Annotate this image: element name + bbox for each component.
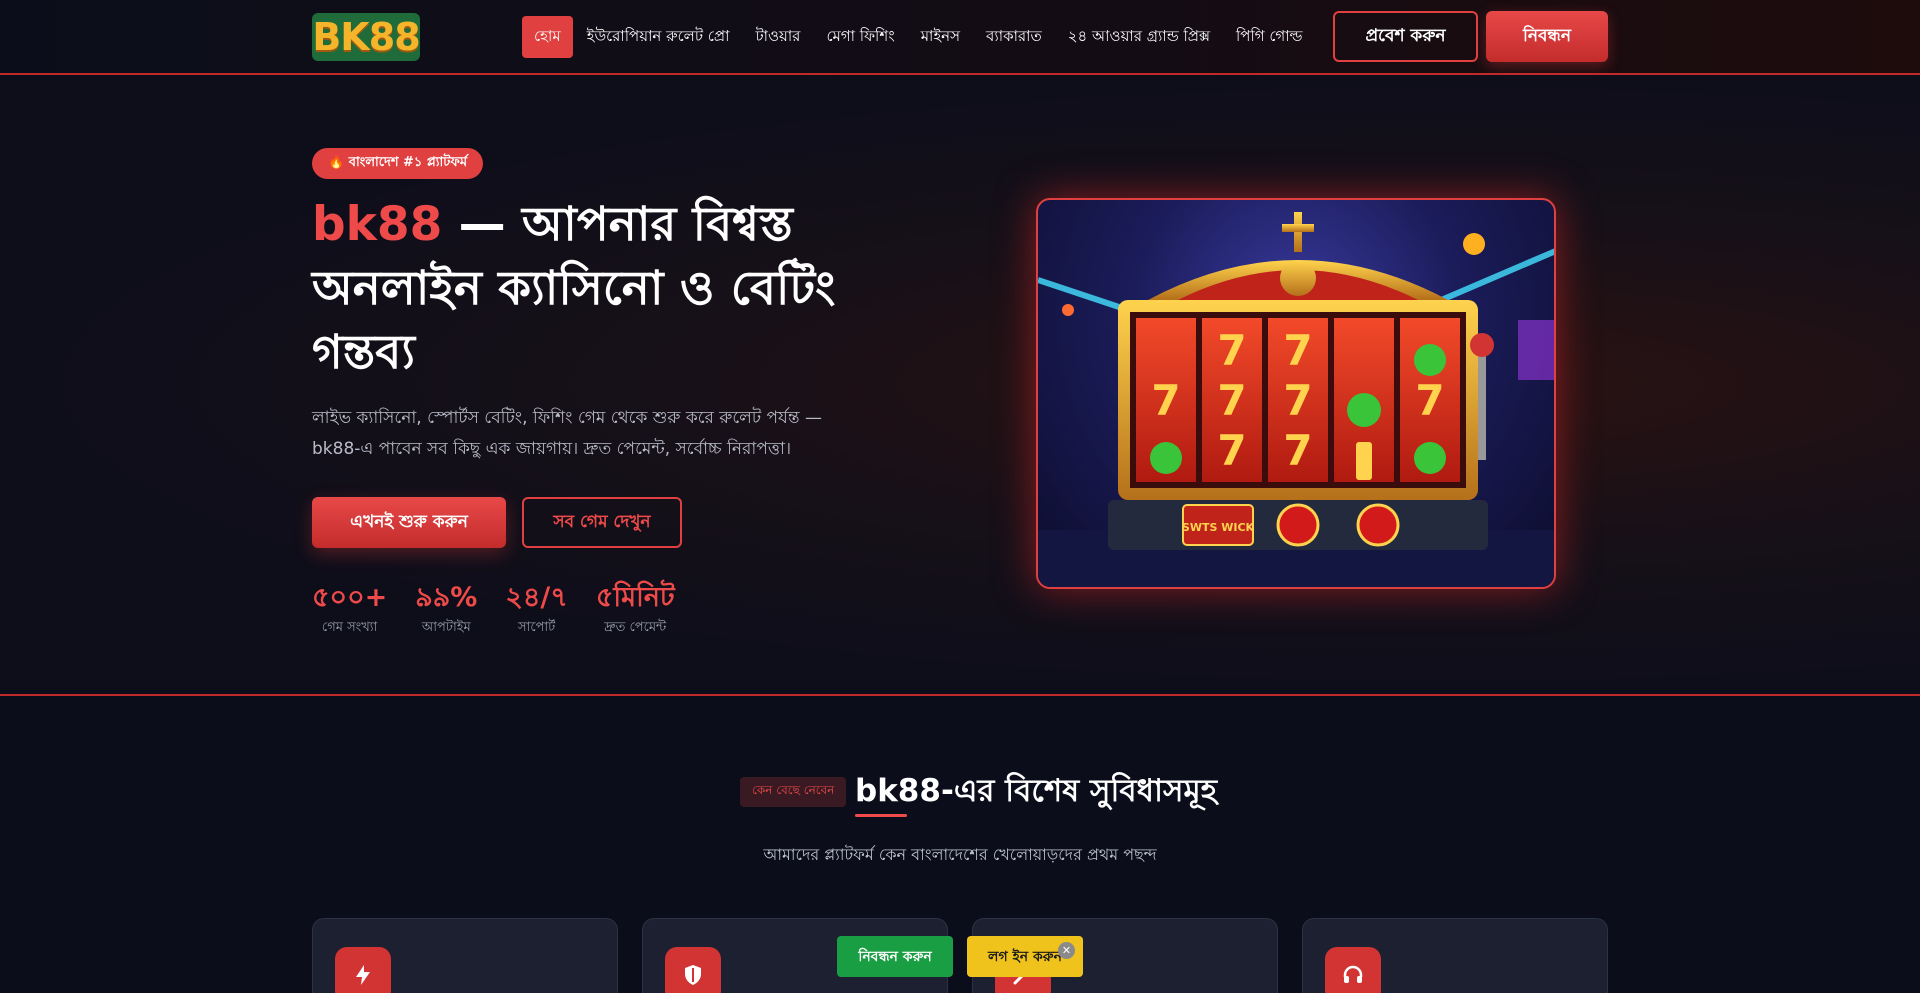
features-title: bk88-এর বিশেষ সুবিধাসমূহ (855, 773, 1217, 809)
stat-payment: ৫মিনিট দ্রুত পেমেন্ট (596, 580, 675, 639)
register-button[interactable]: নিবন্ধন (1486, 11, 1608, 62)
slot-reels: 7 7 7 7 7 7 7 7 (1136, 318, 1460, 482)
svg-text:7: 7 (1217, 376, 1246, 425)
site-header: BK88 হোম ইউরোপিয়ান রুলেট প্রো টাওয়ার ম… (0, 0, 1920, 75)
nav-item-baccarat[interactable]: ব্যাকারাত (974, 16, 1054, 58)
headset-icon (1325, 947, 1381, 993)
nav-item-piggy-gold[interactable]: পিগি গোল্ড (1224, 16, 1315, 58)
floating-register-button[interactable]: নিবন্ধন করুন (837, 936, 953, 977)
shield-icon (665, 947, 721, 993)
svg-text:7: 7 (1217, 426, 1246, 475)
feature-card (312, 918, 618, 993)
stat-label: আপটাইম (421, 620, 471, 635)
stat-label: সাপোর্ট (517, 620, 556, 635)
main-nav: হোম ইউরোপিয়ান রুলেট প্রো টাওয়ার মেগা ফ… (522, 16, 1317, 58)
stat-value: ৫মিনিট (595, 582, 675, 613)
hero-title: bk88 — আপনার বিশ্বস্ত অনলাইন ক্যাসিনো ও … (312, 193, 892, 385)
slot-machine-image: 7 7 7 7 7 7 7 7 SWTS WICK (1036, 198, 1556, 589)
stat-value: ২৪/৭ (505, 582, 568, 613)
section-tag: কেন বেছে নেবেন (740, 777, 847, 807)
nav-item-european-roulette[interactable]: ইউরোপিয়ান রুলেট প্রো (575, 16, 742, 58)
hero-title-brand: bk88 (312, 197, 443, 252)
stat-label: দ্রুত পেমেন্ট (604, 620, 667, 635)
slot-machine-illustration: 7 7 7 7 7 7 7 7 SWTS WICK (1038, 212, 1554, 587)
view-all-games-button[interactable]: সব গেম দেখুন (522, 497, 682, 548)
platform-badge: 🔥 বাংলাদেশ #১ প্ল্যাটফর্ম (312, 148, 484, 179)
svg-text:7: 7 (1415, 376, 1444, 425)
close-icon[interactable]: ✕ (1058, 942, 1075, 959)
nav-item-grand-prix[interactable]: ২৪ আওয়ার গ্র্যান্ড প্রিক্স (1056, 16, 1222, 58)
login-button[interactable]: প্রবেশ করুন (1333, 11, 1478, 62)
stat-value: ৯৯% (415, 582, 478, 613)
stat-support: ২৪/৭ সাপোর্ট (505, 580, 568, 639)
nav-item-mines[interactable]: মাইনস (909, 16, 972, 58)
site-logo[interactable]: BK88 (312, 13, 421, 61)
svg-text:7: 7 (1283, 376, 1312, 425)
svg-text:7: 7 (1283, 426, 1312, 475)
nav-item-home[interactable]: হোম (522, 16, 573, 58)
hero-stats: ৫০০+ গেম সংখ্যা ৯৯% আপটাইম ২৪/৭ সাপোর্ট … (312, 580, 703, 639)
svg-text:7: 7 (1283, 326, 1312, 375)
svg-text:7: 7 (1151, 376, 1180, 425)
title-underline (855, 814, 907, 817)
stat-label: গেম সংখ্যা (321, 620, 378, 635)
stat-games: ৫০০+ গেম সংখ্যা (312, 580, 387, 639)
nav-item-mega-fishing[interactable]: মেগা ফিশিং (814, 16, 906, 58)
stat-uptime: ৯৯% আপটাইম (415, 580, 477, 639)
start-now-button[interactable]: এখনই শুরু করুন (312, 497, 506, 548)
feature-card (1302, 918, 1608, 993)
stat-value: ৫০০+ (312, 582, 388, 613)
svg-text:7: 7 (1217, 326, 1246, 375)
features-subtitle: আমাদের প্ল্যাটফর্ম কেন বাংলাদেশের খেলোয়… (763, 845, 1157, 864)
hero-section (0, 75, 1920, 696)
lightning-icon (335, 947, 391, 993)
hero-description: লাইভ ক্যাসিনো, স্পোর্টস বেটিং, ফিশিং গেম… (312, 408, 822, 459)
nav-item-tower[interactable]: টাওয়ার (743, 16, 812, 58)
slot-reel-text: SWTS WICK (1182, 521, 1255, 534)
